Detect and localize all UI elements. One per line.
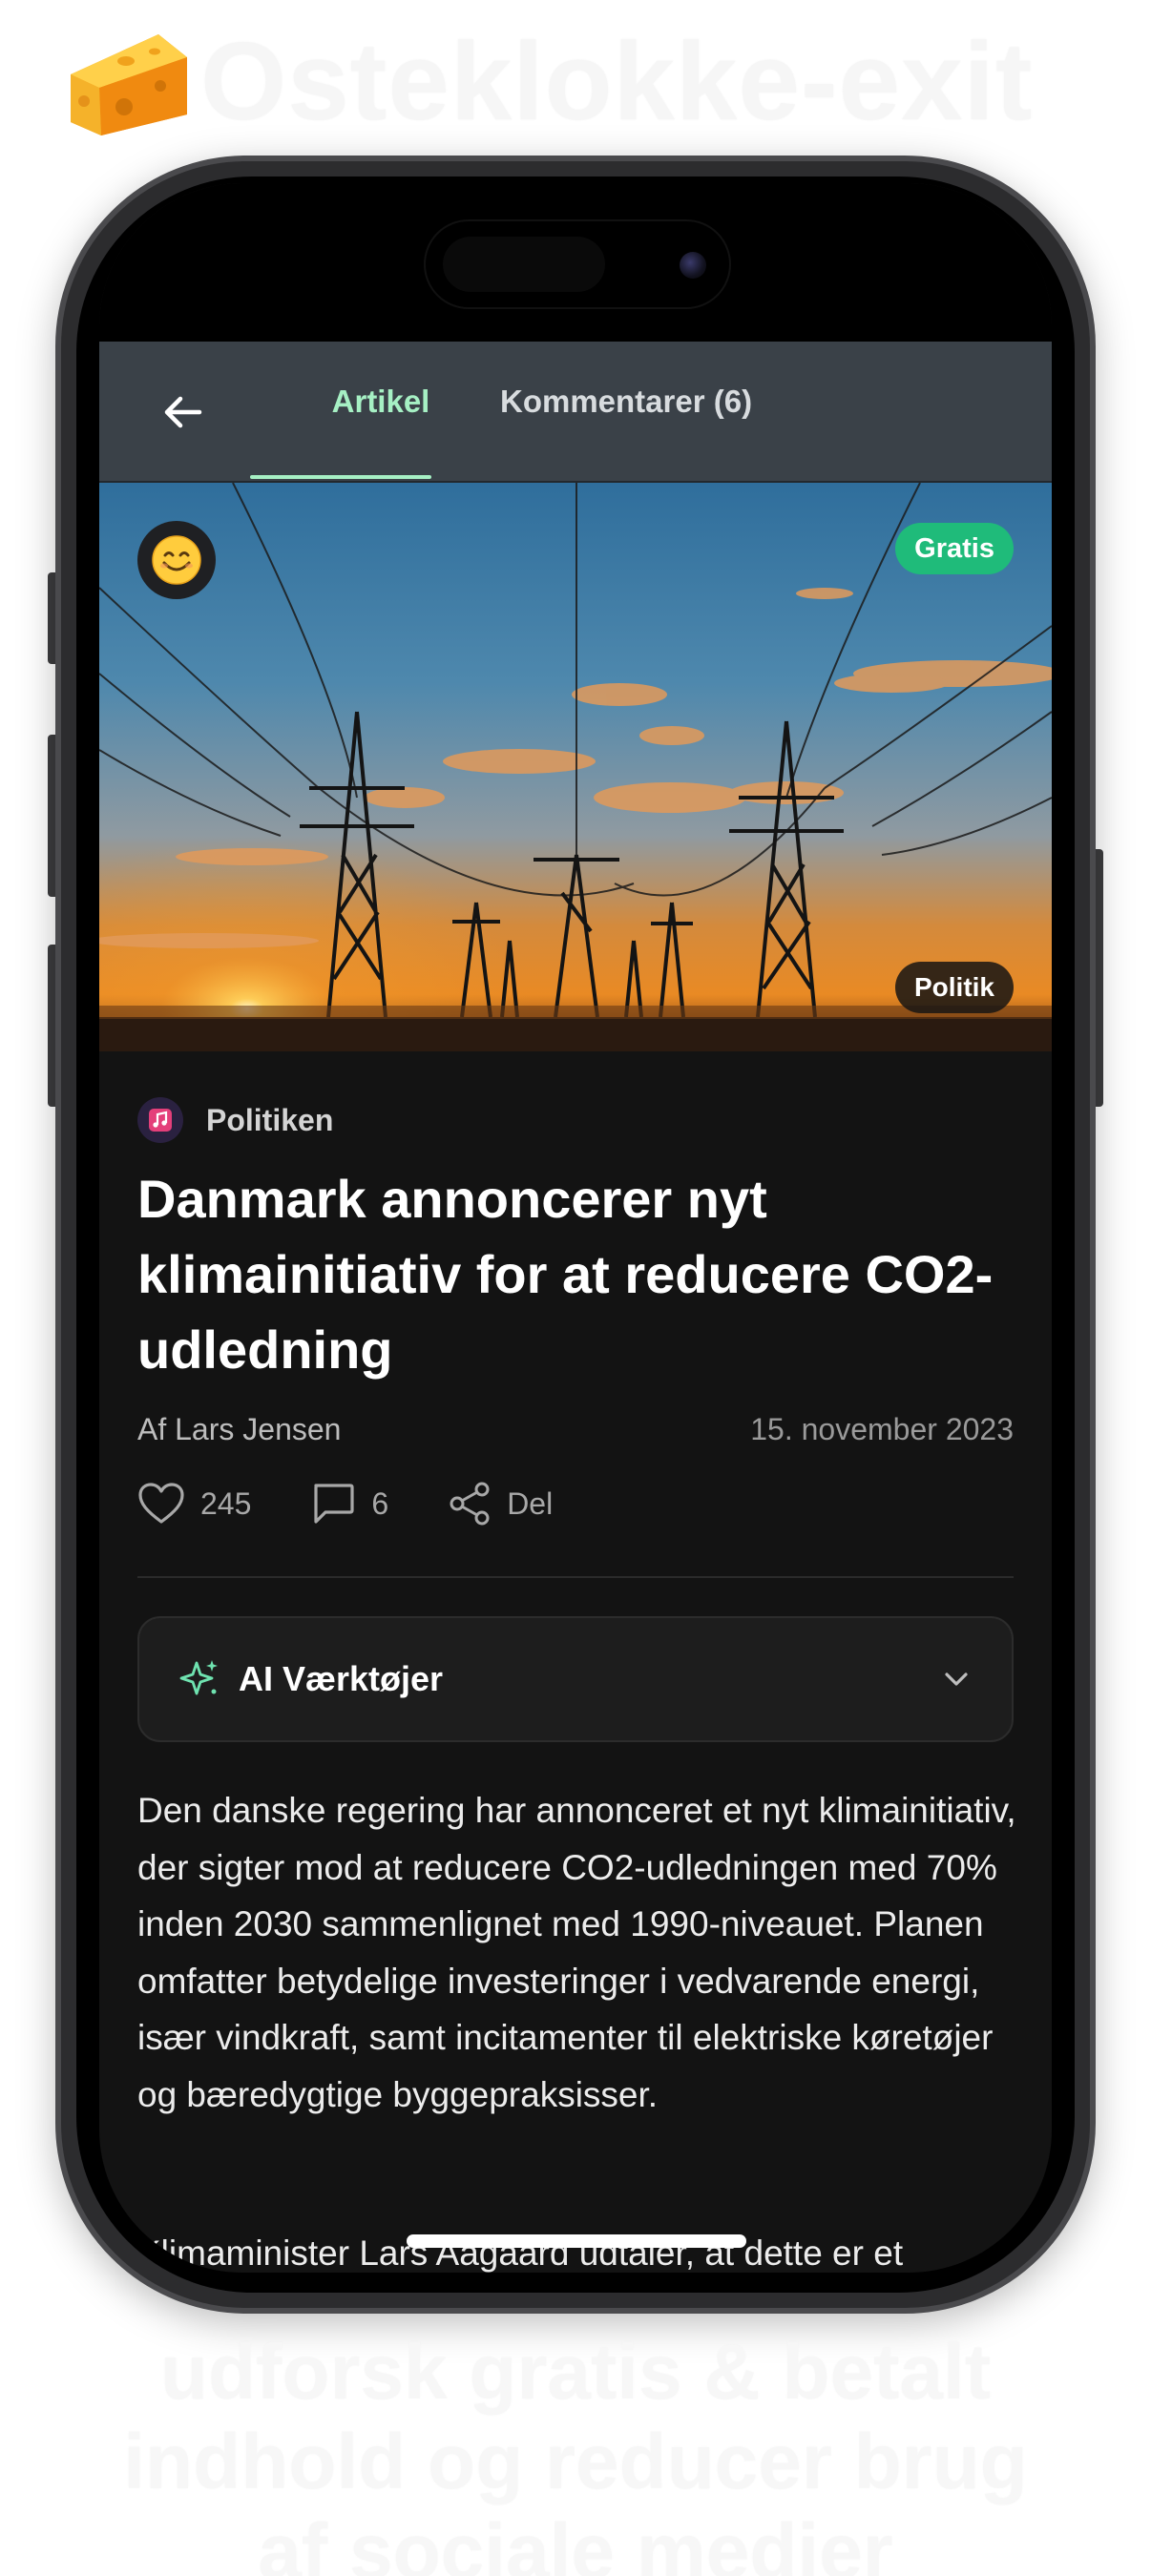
promo-tagline: udforsk gratis & betalt indhold og reduc…: [123, 2329, 1028, 2576]
source-logo: [137, 1097, 183, 1143]
heart-icon: [138, 1483, 184, 1524]
home-indicator[interactable]: [407, 2234, 746, 2248]
comment-button[interactable]: 6: [310, 1482, 388, 1526]
phone-screen: Artikel Kommentarer (6) Gratis Politik P…: [99, 183, 1052, 2273]
sparkles-icon: [179, 1660, 218, 1695]
face-id-sensor: [443, 237, 605, 292]
source-name: Politiken: [206, 1102, 334, 1137]
active-tab-indicator: [250, 475, 431, 479]
share-icon: [450, 1482, 490, 1526]
ai-tools-title: AI Værktøjer: [239, 1659, 444, 1698]
article-date: 15. november 2023: [750, 1412, 1014, 1446]
share-button[interactable]: Del: [448, 1481, 553, 1527]
tab-article[interactable]: Artikel: [290, 384, 471, 420]
category-badge[interactable]: Politik: [894, 962, 1014, 1013]
like-button[interactable]: 245: [137, 1482, 251, 1526]
like-count: 245: [200, 1485, 252, 1521]
cheese-icon: [71, 34, 187, 135]
chevron-down-icon: [945, 1672, 968, 1686]
brand-title: Osteklokke-exit: [200, 19, 1034, 143]
source-row[interactable]: Politiken: [137, 1097, 333, 1143]
article-paragraph-2: Klimaminister Lars Aagaard udtaler, at d…: [137, 2233, 904, 2273]
tab-comments[interactable]: Kommentarer (6): [471, 384, 752, 420]
ai-tools-toggle[interactable]: AI Værktøjer: [137, 1616, 1014, 1742]
arrow-left-icon: [164, 396, 202, 428]
article-paragraph-1: Den danske regering har annonceret et ny…: [137, 1791, 1016, 2114]
access-badge: Gratis: [895, 523, 1014, 574]
app-header: Osteklokke-exit: [67, 19, 1078, 143]
hero-image: Gratis Politik: [99, 483, 1052, 1051]
article-author: Af Lars Jensen: [137, 1412, 342, 1446]
article-actions: 245 6 Del: [137, 1475, 612, 1532]
profile-avatar[interactable]: [137, 521, 216, 599]
comment-icon: [314, 1484, 354, 1524]
share-label: Del: [507, 1485, 554, 1521]
status-area: [99, 183, 1052, 342]
comment-count: 6: [371, 1485, 389, 1521]
back-button[interactable]: [157, 385, 210, 439]
music-note-icon: [149, 1109, 172, 1132]
article-headline: Danmark annoncerer nyt klimainitiativ fo…: [137, 1169, 994, 1380]
dynamic-island: [424, 219, 731, 309]
front-camera: [680, 252, 706, 279]
smiley-icon: [152, 535, 201, 585]
article-nav-bar: Artikel Kommentarer (6): [99, 342, 1052, 483]
divider: [137, 1576, 1014, 1578]
